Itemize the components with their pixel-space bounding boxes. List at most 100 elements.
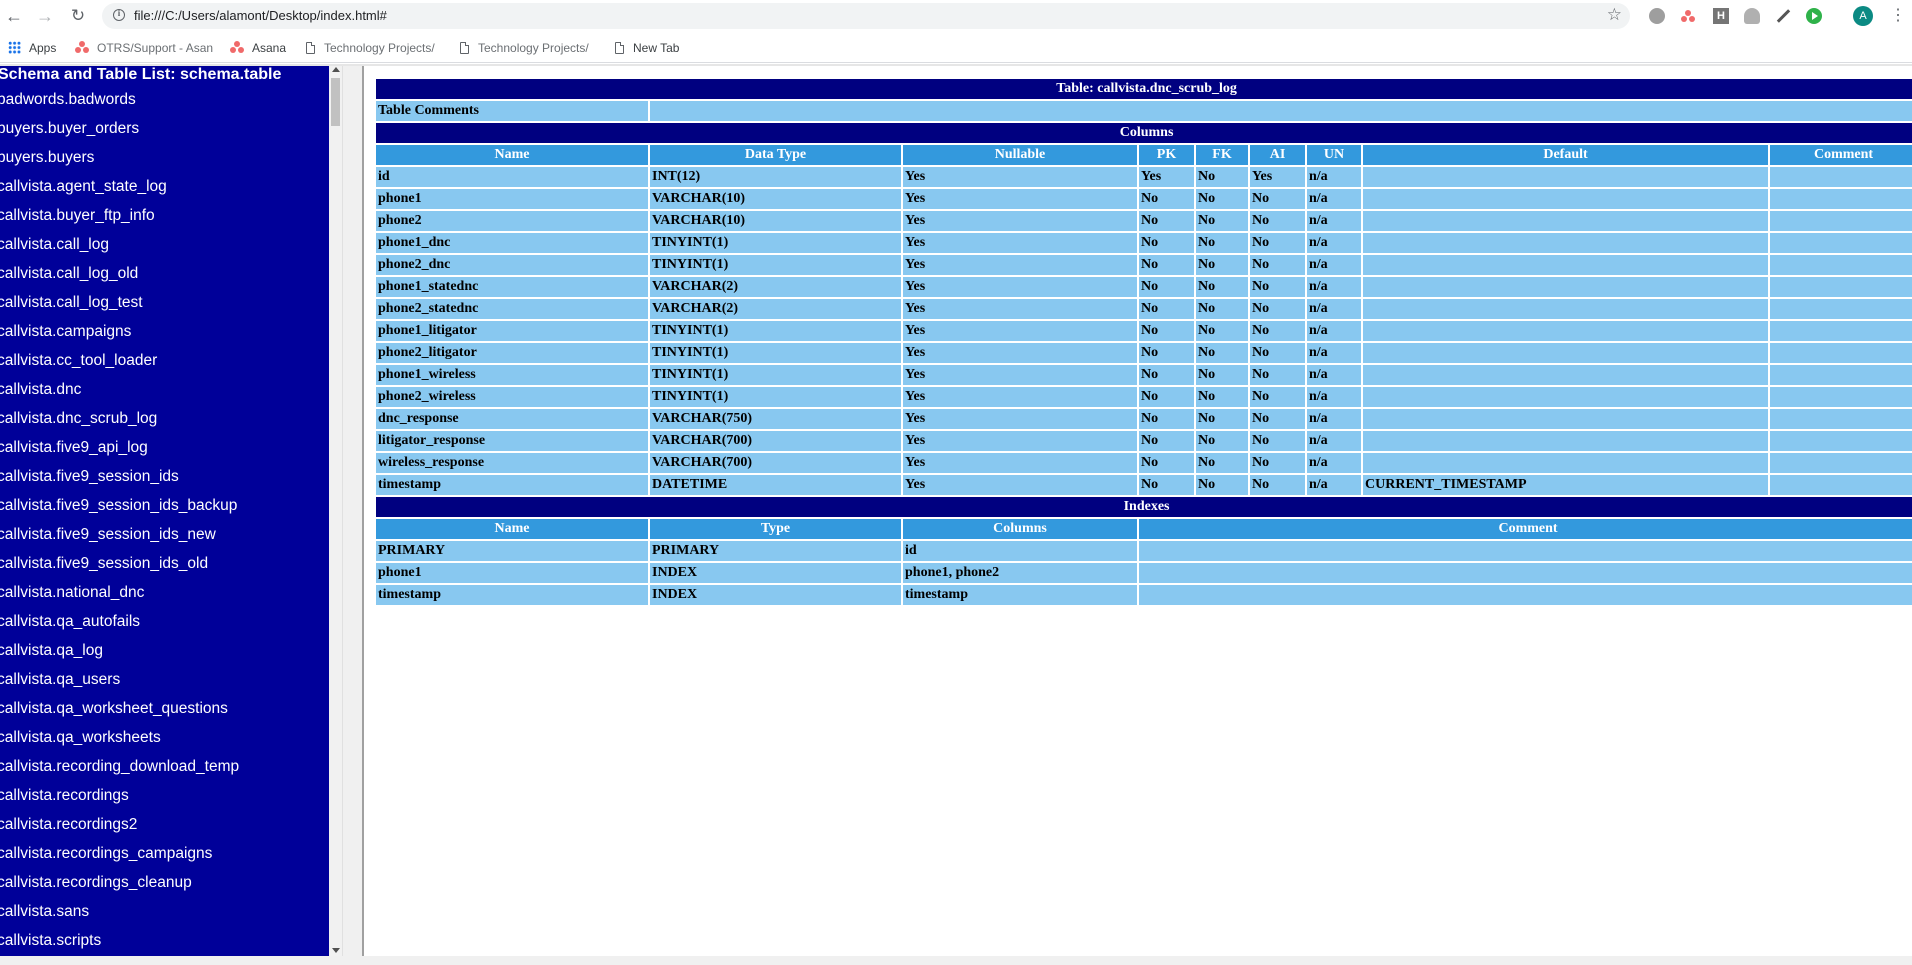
column-header-cell: Data Type <box>650 145 901 165</box>
bookmark-otrs-support[interactable]: OTRS/Support - Asan <box>75 39 213 57</box>
forward-arrow-icon[interactable]: → <box>33 4 57 28</box>
bookmark-apps[interactable]: Apps <box>8 39 56 57</box>
page-icon <box>460 42 469 54</box>
address-bar[interactable]: file:///C:/Users/alamont/Desktop/index.h… <box>102 3 1630 29</box>
table-list-item[interactable]: callvista.recording_download_temp <box>0 757 239 786</box>
column-row: phone2_wireless TINYINT(1) Yes No No No n/a <box>376 387 1912 407</box>
table-list-item[interactable]: callvista.scripts <box>0 931 239 956</box>
index-row: PRIMARY PRIMARY id <box>376 541 1912 561</box>
bookmark-asana[interactable]: Asana <box>230 39 286 57</box>
cloud-extension-icon[interactable] <box>1744 8 1760 24</box>
table-list-item[interactable]: callvista.dnc_scrub_log <box>0 409 239 438</box>
column-cell: Yes <box>903 255 1137 275</box>
table-list-item[interactable]: callvista.call_log_old <box>0 264 239 293</box>
table-list-item[interactable]: callvista.agent_state_log <box>0 177 239 206</box>
column-cell: Yes <box>903 431 1137 451</box>
frame-divider[interactable] <box>342 66 364 956</box>
table-list-scrollbar[interactable] <box>329 66 342 956</box>
column-cell: n/a <box>1307 167 1361 187</box>
column-cell: No <box>1250 387 1305 407</box>
table-list: badwords.badwords buyers.buyer_orders buye… <box>0 90 239 956</box>
table-list-item[interactable]: callvista.recordings_campaigns <box>0 844 239 873</box>
scroll-up-arrow-icon[interactable] <box>332 67 340 72</box>
table-list-item[interactable]: callvista.five9_session_ids_backup <box>0 496 239 525</box>
column-cell: phone1_dnc <box>376 233 648 253</box>
profile-avatar[interactable]: A <box>1853 6 1873 26</box>
table-list-item[interactable]: callvista.recordings <box>0 786 239 815</box>
bookmark-label: New Tab <box>633 41 680 55</box>
url-text[interactable]: file:///C:/Users/alamont/Desktop/index.h… <box>134 8 387 23</box>
asana-extension-icon[interactable] <box>1680 8 1696 24</box>
index-cell: timestamp <box>903 585 1137 605</box>
table-list-item[interactable]: callvista.cc_tool_loader <box>0 351 239 380</box>
scrollbar-thumb[interactable] <box>331 78 340 126</box>
indexes-title: Indexes <box>376 497 1912 517</box>
reload-icon[interactable]: ↻ <box>66 4 90 28</box>
browser-menu-icon[interactable]: ⋮ <box>1890 5 1906 27</box>
table-list-item[interactable]: callvista.sans <box>0 902 239 931</box>
table-list-item[interactable]: callvista.five9_session_ids_old <box>0 554 239 583</box>
table-list-item[interactable]: callvista.qa_autofails <box>0 612 239 641</box>
table-list-item[interactable]: callvista.qa_worksheets <box>0 728 239 757</box>
column-row: phone1_litigator TINYINT(1) Yes No No No n/a <box>376 321 1912 341</box>
table-list-item[interactable]: buyers.buyers <box>0 148 239 177</box>
table-list-item[interactable]: callvista.dnc <box>0 380 239 409</box>
column-cell: phone2 <box>376 211 648 231</box>
bookmarks-bar: Apps OTRS/Support - Asan Asana Technolog… <box>0 32 1912 62</box>
index-header-cell: Comment <box>1139 519 1912 539</box>
table-list-item[interactable]: callvista.five9_session_ids <box>0 467 239 496</box>
bookmark-technology-projects-1[interactable]: Technology Projects/ <box>306 39 435 57</box>
column-cell <box>1770 365 1912 385</box>
site-info-icon[interactable] <box>113 8 125 21</box>
index-cell: timestamp <box>376 585 648 605</box>
back-arrow-icon[interactable]: ← <box>2 4 26 28</box>
column-cell: TINYINT(1) <box>650 255 901 275</box>
column-cell: Yes <box>903 167 1137 187</box>
column-cell <box>1770 343 1912 363</box>
bookmark-new-tab[interactable]: New Tab <box>615 39 679 57</box>
table-list-item[interactable]: callvista.national_dnc <box>0 583 239 612</box>
column-cell <box>1363 255 1768 275</box>
table-list-item[interactable]: callvista.call_log <box>0 235 239 264</box>
eyedropper-extension-icon[interactable] <box>1775 8 1791 24</box>
h-extension-icon[interactable]: H <box>1713 8 1729 24</box>
column-cell: Yes <box>903 365 1137 385</box>
table-list-item[interactable]: buyers.buyer_orders <box>0 119 239 148</box>
extension-icon[interactable] <box>1649 8 1665 24</box>
column-cell <box>1363 387 1768 407</box>
column-cell: VARCHAR(700) <box>650 453 901 473</box>
bookmark-star-icon[interactable]: ☆ <box>1607 5 1622 25</box>
column-cell: n/a <box>1307 453 1361 473</box>
play-extension-icon[interactable] <box>1806 8 1822 24</box>
table-list-item[interactable]: callvista.five9_api_log <box>0 438 239 467</box>
scroll-down-arrow-icon[interactable] <box>332 948 340 953</box>
table-list-item[interactable]: callvista.qa_users <box>0 670 239 699</box>
column-cell: No <box>1196 453 1248 473</box>
column-cell: VARCHAR(700) <box>650 431 901 451</box>
table-list-item[interactable]: callvista.call_log_test <box>0 293 239 322</box>
column-cell: litigator_response <box>376 431 648 451</box>
column-cell: No <box>1196 365 1248 385</box>
column-cell: CURRENT_TIMESTAMP <box>1363 475 1768 495</box>
column-cell: Yes <box>903 343 1137 363</box>
table-list-item[interactable]: callvista.qa_worksheet_questions <box>0 699 239 728</box>
table-list-item[interactable]: callvista.five9_session_ids_new <box>0 525 239 554</box>
bookmark-label: Technology Projects/ <box>324 41 435 55</box>
table-list-item[interactable]: callvista.qa_log <box>0 641 239 670</box>
index-cell <box>1139 541 1912 561</box>
table-list-item[interactable]: callvista.campaigns <box>0 322 239 351</box>
column-cell: phone1_statednc <box>376 277 648 297</box>
column-cell: No <box>1196 387 1248 407</box>
column-cell: No <box>1139 255 1194 275</box>
bookmark-label: Technology Projects/ <box>478 41 589 55</box>
table-list-item[interactable]: callvista.recordings_cleanup <box>0 873 239 902</box>
table-list-item[interactable]: badwords.badwords <box>0 90 239 119</box>
column-cell <box>1770 387 1912 407</box>
column-cell: timestamp <box>376 475 648 495</box>
column-row: phone2 VARCHAR(10) Yes No No No n/a <box>376 211 1912 231</box>
index-cell: INDEX <box>650 563 901 583</box>
column-cell: No <box>1139 475 1194 495</box>
table-list-item[interactable]: callvista.recordings2 <box>0 815 239 844</box>
bookmark-technology-projects-2[interactable]: Technology Projects/ <box>460 39 589 57</box>
table-list-item[interactable]: callvista.buyer_ftp_info <box>0 206 239 235</box>
